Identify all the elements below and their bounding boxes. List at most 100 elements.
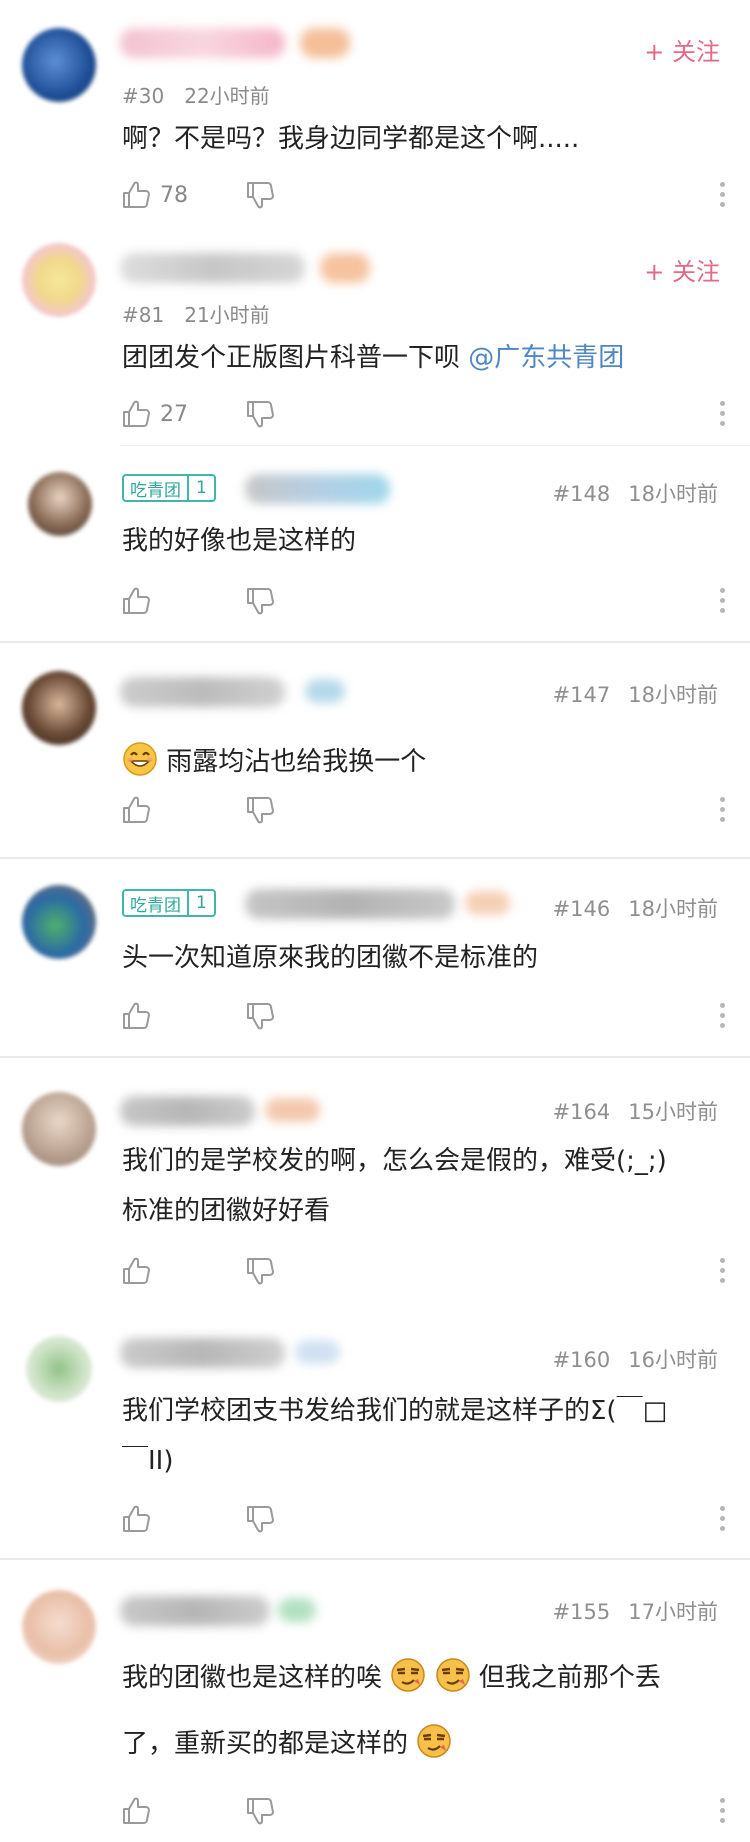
more-vertical-icon[interactable] xyxy=(718,399,726,429)
avatar[interactable] xyxy=(26,1336,92,1402)
badge-name: 吃青团 xyxy=(130,895,181,916)
username-blurred-suffix xyxy=(295,1340,340,1364)
comment-item: 吃青团 1 #146 18小时前 头一次知道原來我的团徽不是标准的 xyxy=(0,859,750,1056)
username-blurred[interactable] xyxy=(245,474,390,504)
comment-text: 我的好像也是这样的 xyxy=(122,526,357,556)
username-blurred-suffix xyxy=(265,1098,320,1122)
comment-meta: #164 15小时前 xyxy=(553,1096,718,1126)
badge-level: 1 xyxy=(187,891,214,915)
thumbs-down-icon[interactable] xyxy=(244,1503,276,1535)
comment-item: #155 17小时前 我的团徽也是这样的唉 但我之前那个丢 了，重新买的都是这样的 xyxy=(0,1560,750,1842)
mention-link[interactable]: @广东共青团 xyxy=(468,343,624,373)
user-level-badge-blurred xyxy=(305,679,345,703)
floor-number: #160 xyxy=(552,1348,611,1372)
username-blurred[interactable] xyxy=(120,253,305,283)
thumbs-up-icon[interactable] xyxy=(120,1795,152,1827)
thumbs-down-icon[interactable] xyxy=(244,585,276,617)
comment-item: #160 16小时前 我们学校团支书发给我们的就是这样子的Σ(￣□ ￣II) xyxy=(0,1312,750,1558)
comment-text-body: 团团发个正版图片科普一下呗 xyxy=(122,343,469,373)
floor-number: #30 xyxy=(122,84,165,108)
comment-text-line: ￣II) xyxy=(122,1446,174,1476)
comment-text-line: 了，重新买的都是这样的 xyxy=(122,1718,716,1770)
thumbs-down-icon[interactable] xyxy=(244,1255,276,1287)
comment-text: 雨露均沾也给我换一个 xyxy=(122,739,716,785)
thumbs-up-icon[interactable] xyxy=(120,179,152,211)
comment-meta: #30 22小时前 xyxy=(122,80,270,109)
avatar[interactable] xyxy=(28,472,92,536)
username-blurred[interactable] xyxy=(120,1096,255,1126)
comment-item: #164 15小时前 我们的是学校发的啊，怎么会是假的，难受(;_;) 标准的团徽… xyxy=(0,1058,750,1312)
timestamp: 16小时前 xyxy=(628,1348,718,1372)
more-vertical-icon[interactable] xyxy=(718,1504,726,1534)
thumbs-down-icon[interactable] xyxy=(244,794,276,826)
thumbs-up-icon[interactable] xyxy=(120,398,152,430)
comment-actions xyxy=(120,1794,276,1828)
like-count: 27 xyxy=(160,401,188,427)
comment-text: 我们学校团支书发给我们的就是这样子的Σ(￣□ ￣II) xyxy=(122,1388,716,1484)
comment-text-body: 了，重新买的都是这样的 xyxy=(122,1729,409,1759)
username-blurred-suffix xyxy=(465,891,510,915)
thumbs-down-icon[interactable] xyxy=(244,1795,276,1827)
comment-text: 头一次知道原來我的团徽不是标准的 xyxy=(122,943,539,973)
thumbs-up-icon[interactable] xyxy=(120,794,152,826)
member-badge: 吃青团 1 xyxy=(122,474,216,502)
username-blurred-suffix xyxy=(300,28,350,58)
floor-number: #146 xyxy=(552,897,611,921)
username-blurred[interactable] xyxy=(120,1338,285,1368)
comment-actions: 27 xyxy=(120,397,276,431)
username-blurred[interactable] xyxy=(120,28,285,58)
comment-actions xyxy=(120,999,276,1033)
thumbs-down-icon[interactable] xyxy=(244,179,276,211)
username-blurred[interactable] xyxy=(120,1596,270,1626)
like-count: 78 xyxy=(160,182,188,208)
comment-text-line: 我们的是学校发的啊，怎么会是假的，难受(;_;) xyxy=(122,1146,667,1176)
follow-button[interactable]: + 关注 xyxy=(644,252,720,287)
comment-meta: #147 18小时前 xyxy=(553,679,718,709)
more-vertical-icon[interactable] xyxy=(718,180,726,210)
comment-meta: #155 17小时前 xyxy=(553,1596,718,1626)
comment-item: + 关注 #81 21小时前 团团发个正版图片科普一下呗 @广东共青团 27 xyxy=(0,225,750,445)
avatar[interactable] xyxy=(22,28,96,102)
badge-name: 吃青团 xyxy=(130,480,181,501)
badge-level: 1 xyxy=(187,476,214,500)
comment-meta: #160 16小时前 xyxy=(553,1344,718,1374)
comment-text: 啊？不是吗？我身边同学都是这个啊..... xyxy=(122,124,580,154)
timestamp: 22小时前 xyxy=(184,84,270,108)
comment-text-body: 但我之前那个丢 xyxy=(478,1663,661,1693)
more-vertical-icon[interactable] xyxy=(718,586,726,616)
thumbs-up-icon[interactable] xyxy=(120,1000,152,1032)
username-blurred[interactable] xyxy=(120,677,285,707)
floor-number: #148 xyxy=(552,482,611,506)
comment-meta: #146 18小时前 xyxy=(553,893,718,923)
thumbs-up-icon[interactable] xyxy=(120,585,152,617)
more-vertical-icon[interactable] xyxy=(718,1256,726,1286)
floor-number: #155 xyxy=(552,1600,611,1624)
avatar[interactable] xyxy=(22,243,96,317)
avatar[interactable] xyxy=(22,1092,96,1166)
avatar[interactable] xyxy=(22,1590,96,1664)
smile-emoji-icon xyxy=(122,741,158,777)
timestamp: 18小时前 xyxy=(628,897,718,921)
more-vertical-icon[interactable] xyxy=(718,1796,726,1826)
more-vertical-icon[interactable] xyxy=(718,795,726,825)
comment-text-line: 我的团徽也是这样的唉 但我之前那个丢 xyxy=(122,1652,716,1704)
thumbs-up-icon[interactable] xyxy=(120,1255,152,1287)
member-badge: 吃青团 1 xyxy=(122,889,216,917)
avatar[interactable] xyxy=(22,671,96,745)
timestamp: 15小时前 xyxy=(628,1100,718,1124)
comment-text-body: 雨露均沾也给我换一个 xyxy=(166,747,427,777)
sly-emoji-icon xyxy=(416,1723,452,1759)
comment-actions xyxy=(120,793,276,827)
thumbs-down-icon[interactable] xyxy=(244,1000,276,1032)
more-vertical-icon[interactable] xyxy=(718,1001,726,1031)
thumbs-up-icon[interactable] xyxy=(120,1503,152,1535)
thumbs-down-icon[interactable] xyxy=(244,398,276,430)
comment-text: 我们的是学校发的啊，怎么会是假的，难受(;_;) 标准的团徽好好看 xyxy=(122,1138,716,1234)
username-blurred[interactable] xyxy=(245,889,455,919)
timestamp: 18小时前 xyxy=(628,683,718,707)
comment-text-body: 我的团徽也是这样的唉 xyxy=(122,1663,383,1693)
comment-text-line: 标准的团徽好好看 xyxy=(122,1196,331,1226)
follow-button[interactable]: + 关注 xyxy=(644,32,720,67)
avatar[interactable] xyxy=(22,885,96,959)
comment-actions xyxy=(120,584,276,618)
